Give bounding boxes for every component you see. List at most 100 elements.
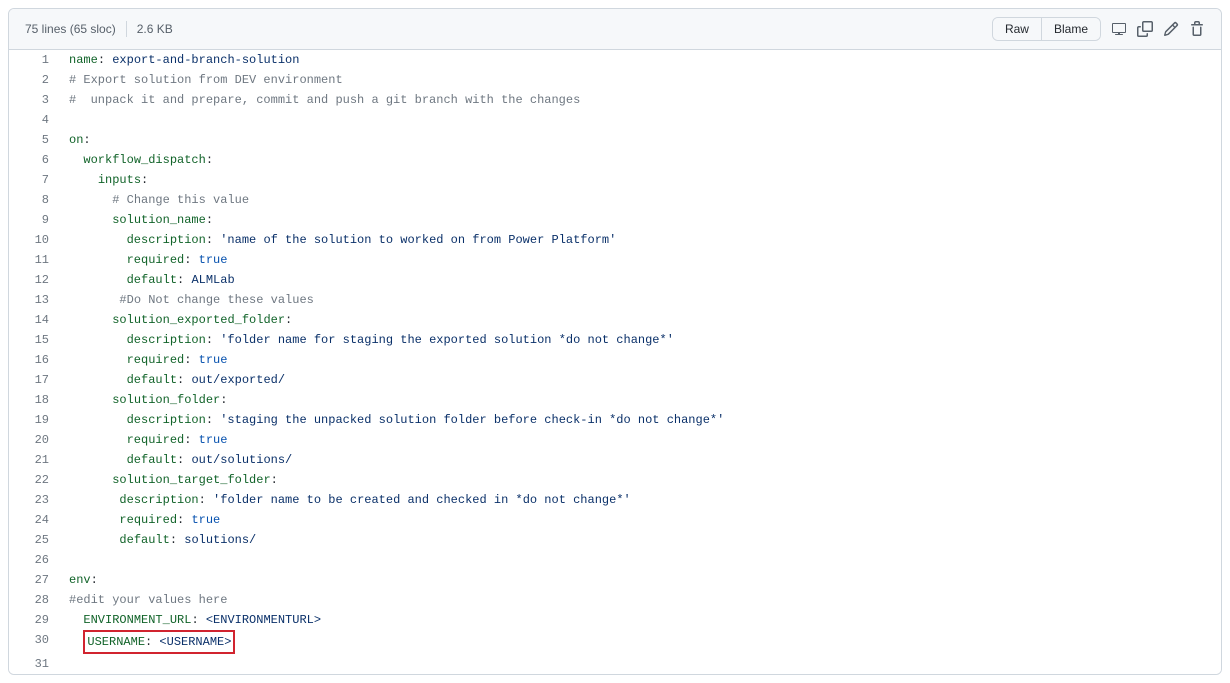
line-number[interactable]: 27 [9,570,59,590]
code-line: 13 #Do Not change these values [9,290,1221,310]
line-content: default: ALMLab [59,270,1221,290]
line-number[interactable]: 13 [9,290,59,310]
line-number[interactable]: 23 [9,490,59,510]
line-content: #edit your values here [59,590,1221,610]
line-content: solution_name: [59,210,1221,230]
code-line: 11 required: true [9,250,1221,270]
file-header: 75 lines (65 sloc) 2.6 KB Raw Blame [9,9,1221,50]
line-content: default: solutions/ [59,530,1221,550]
line-content: # Change this value [59,190,1221,210]
code-line: 30 USERNAME: <USERNAME> [9,630,1221,654]
line-number[interactable]: 26 [9,550,59,570]
line-content: inputs: [59,170,1221,190]
line-number[interactable]: 19 [9,410,59,430]
lines-count: 75 lines (65 sloc) [25,22,116,36]
raw-blame-group: Raw Blame [992,17,1101,41]
code-line: 7 inputs: [9,170,1221,190]
line-number[interactable]: 30 [9,630,59,654]
line-content: solution_exported_folder: [59,310,1221,330]
line-content: env: [59,570,1221,590]
line-content: required: true [59,510,1221,530]
code-line: 20 required: true [9,430,1221,450]
code-line: 2# Export solution from DEV environment [9,70,1221,90]
raw-button[interactable]: Raw [993,18,1041,40]
line-content: solution_target_folder: [59,470,1221,490]
code-line: 24 required: true [9,510,1221,530]
line-content: description: 'folder name to be created … [59,490,1221,510]
line-content: workflow_dispatch: [59,150,1221,170]
line-content [59,550,1221,570]
line-number[interactable]: 22 [9,470,59,490]
line-content: required: true [59,250,1221,270]
code-line: 25 default: solutions/ [9,530,1221,550]
line-number[interactable]: 4 [9,110,59,130]
line-number[interactable]: 2 [9,70,59,90]
code-line: 9 solution_name: [9,210,1221,230]
code-line: 22 solution_target_folder: [9,470,1221,490]
code-line: 6 workflow_dispatch: [9,150,1221,170]
line-content: description: 'staging the unpacked solut… [59,410,1221,430]
file-size: 2.6 KB [137,22,173,36]
edit-icon[interactable] [1163,21,1179,37]
copy-icon[interactable] [1137,21,1153,37]
line-content: solution_folder: [59,390,1221,410]
line-number[interactable]: 16 [9,350,59,370]
line-number[interactable]: 28 [9,590,59,610]
code-line: 14 solution_exported_folder: [9,310,1221,330]
code-line: 23 description: 'folder name to be creat… [9,490,1221,510]
delete-icon[interactable] [1189,21,1205,37]
line-number[interactable]: 31 [9,654,59,674]
highlight-box: USERNAME: <USERNAME> [83,630,235,654]
code-line: 8 # Change this value [9,190,1221,210]
line-number[interactable]: 14 [9,310,59,330]
line-number[interactable]: 8 [9,190,59,210]
code-line: 29 ENVIRONMENT_URL: <ENVIRONMENTURL> [9,610,1221,630]
code-line: 28#edit your values here [9,590,1221,610]
code-line: 15 description: 'folder name for staging… [9,330,1221,350]
line-number[interactable]: 5 [9,130,59,150]
code-line: 5on: [9,130,1221,150]
line-content: description: 'name of the solution to wo… [59,230,1221,250]
line-number[interactable]: 17 [9,370,59,390]
line-content: USERNAME: <USERNAME> [59,630,1221,654]
divider [126,21,127,37]
line-number[interactable]: 7 [9,170,59,190]
line-content: default: out/solutions/ [59,450,1221,470]
line-number[interactable]: 24 [9,510,59,530]
line-content: description: 'folder name for staging th… [59,330,1221,350]
line-content: required: true [59,350,1221,370]
line-number[interactable]: 10 [9,230,59,250]
code-line: 19 description: 'staging the unpacked so… [9,410,1221,430]
line-number[interactable]: 12 [9,270,59,290]
line-number[interactable]: 9 [9,210,59,230]
file-box: 75 lines (65 sloc) 2.6 KB Raw Blame [8,8,1222,675]
file-actions: Raw Blame [992,17,1205,41]
file-info: 75 lines (65 sloc) 2.6 KB [25,21,173,37]
line-number[interactable]: 21 [9,450,59,470]
code-line: 21 default: out/solutions/ [9,450,1221,470]
line-content: required: true [59,430,1221,450]
code-body: 1name: export-and-branch-solution2# Expo… [9,50,1221,674]
line-number[interactable]: 20 [9,430,59,450]
code-line: 16 required: true [9,350,1221,370]
line-content: #Do Not change these values [59,290,1221,310]
line-content [59,110,1221,130]
line-number[interactable]: 25 [9,530,59,550]
code-line: 12 default: ALMLab [9,270,1221,290]
line-number[interactable]: 18 [9,390,59,410]
line-number[interactable]: 15 [9,330,59,350]
code-line: 27env: [9,570,1221,590]
desktop-icon[interactable] [1111,21,1127,37]
line-number[interactable]: 11 [9,250,59,270]
line-number[interactable]: 29 [9,610,59,630]
line-number[interactable]: 6 [9,150,59,170]
line-number[interactable]: 3 [9,90,59,110]
code-line: 26 [9,550,1221,570]
line-content [59,654,1221,674]
line-number[interactable]: 1 [9,50,59,70]
line-content: ENVIRONMENT_URL: <ENVIRONMENTURL> [59,610,1221,630]
code-line: 17 default: out/exported/ [9,370,1221,390]
blame-button[interactable]: Blame [1041,18,1100,40]
line-content: # Export solution from DEV environment [59,70,1221,90]
code-table: 1name: export-and-branch-solution2# Expo… [9,50,1221,674]
